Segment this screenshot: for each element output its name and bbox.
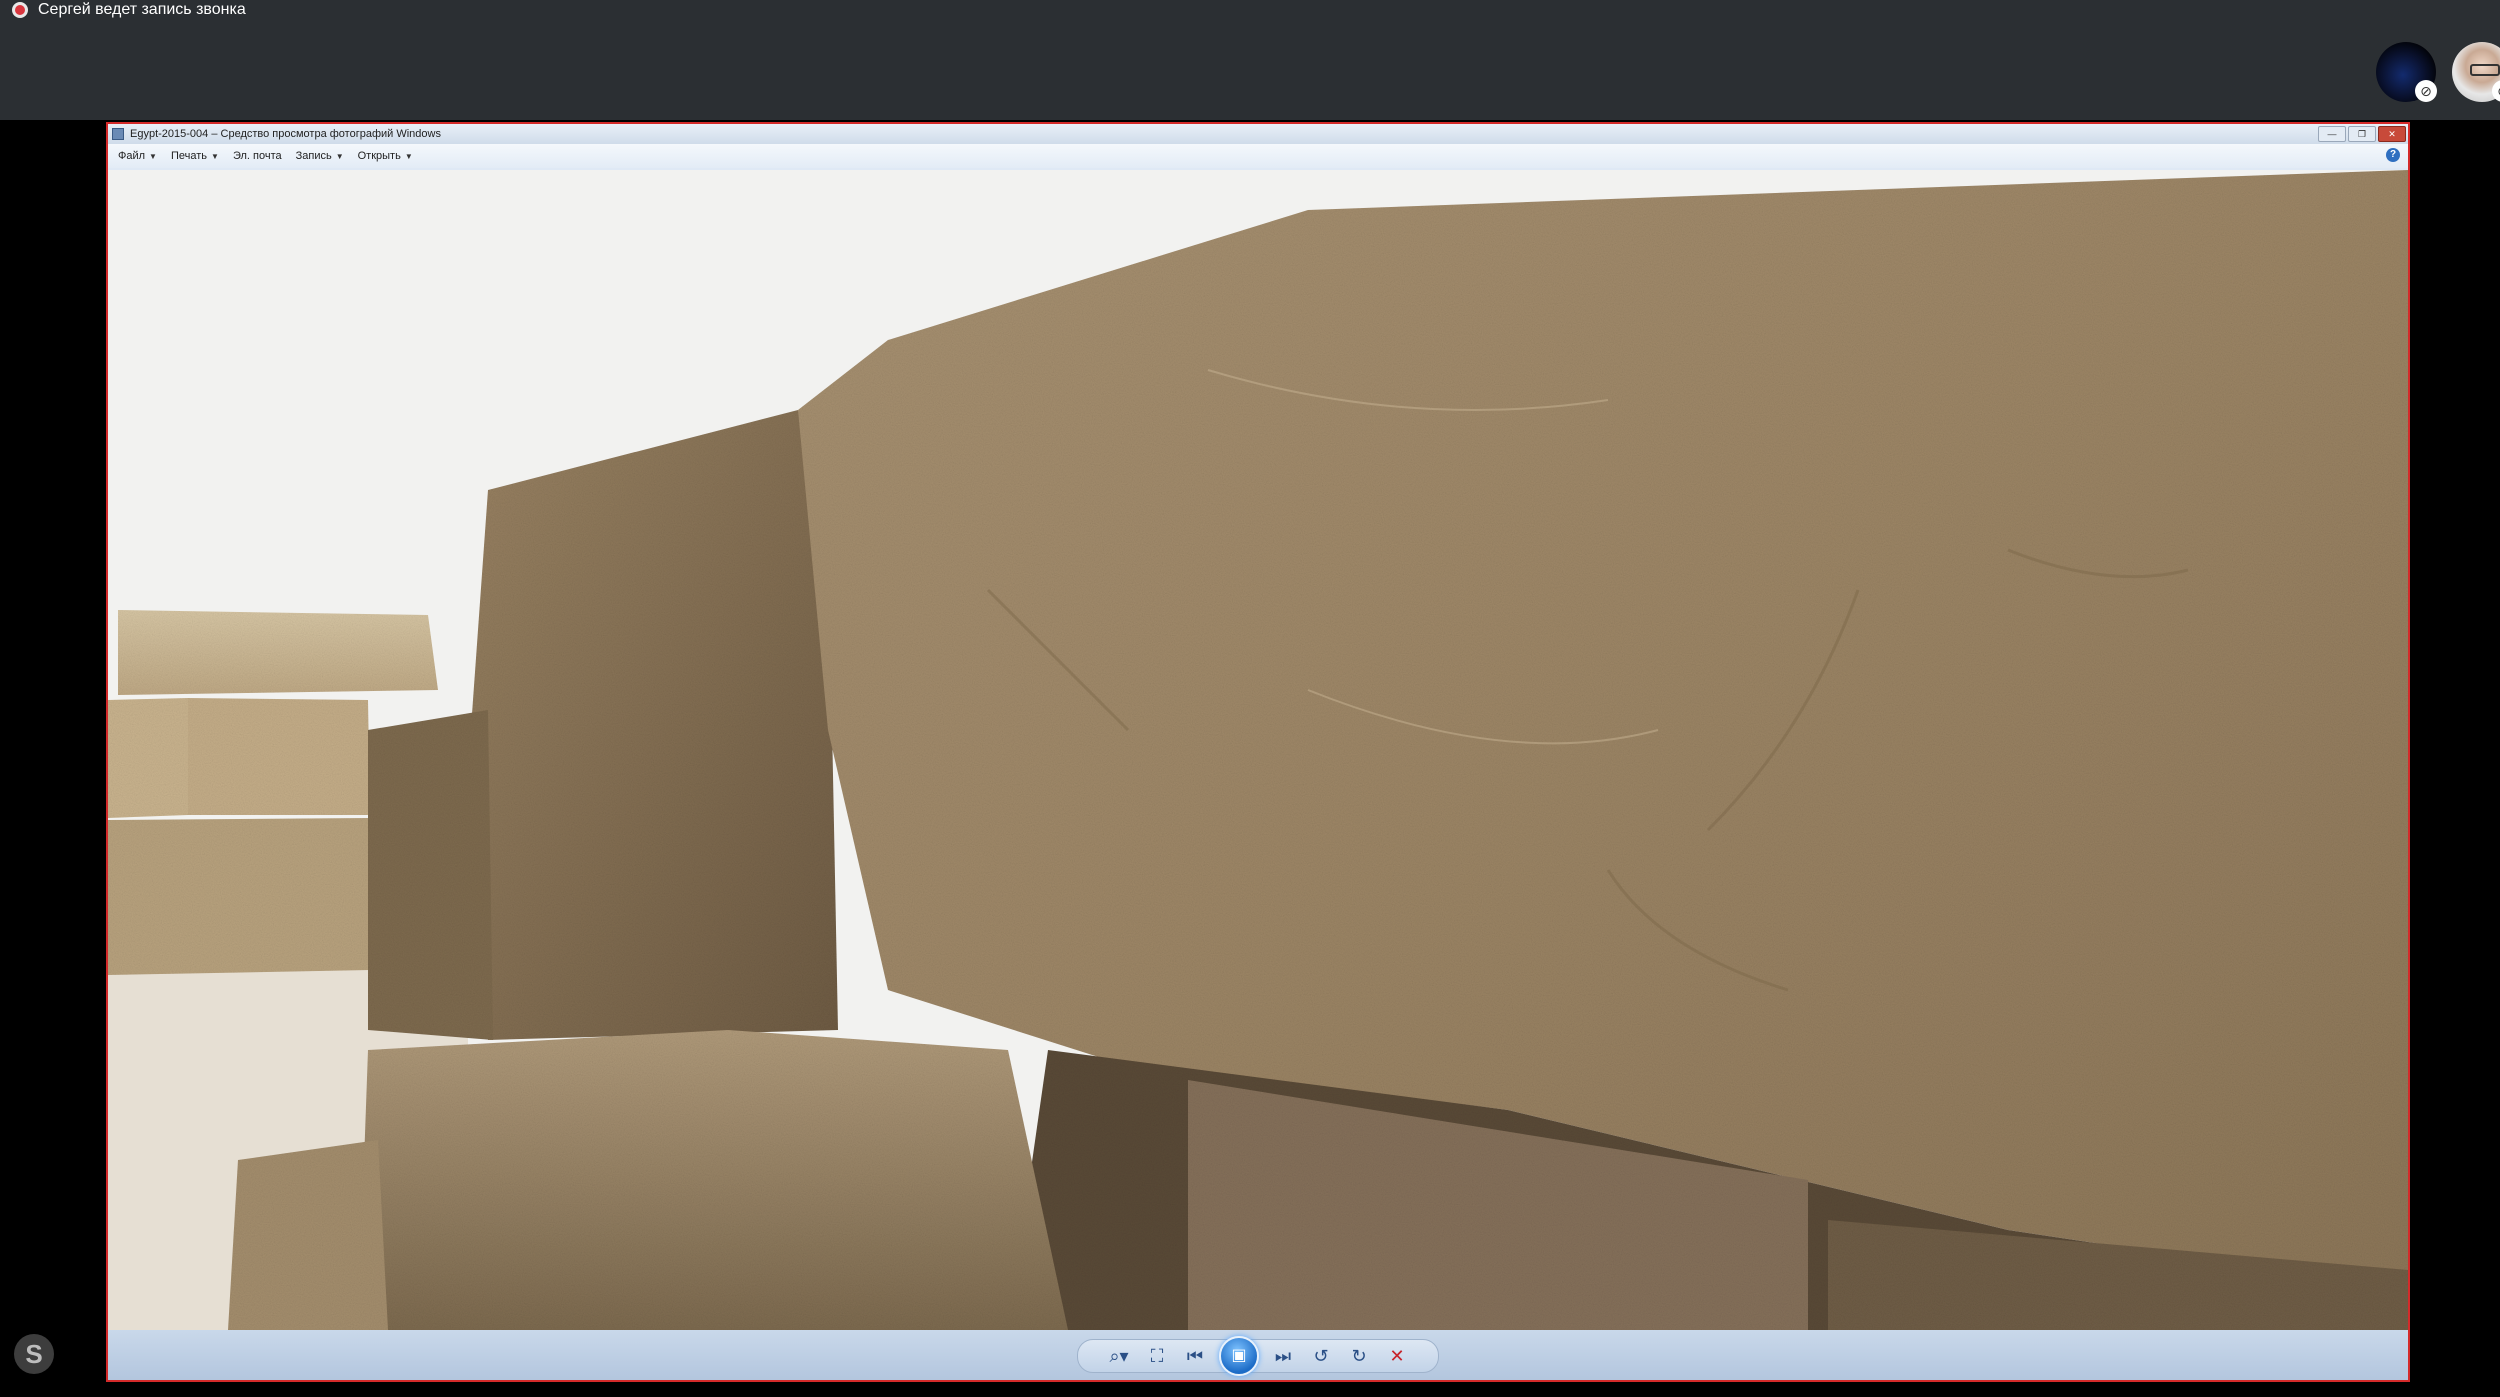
chevron-down-icon: ▼ <box>211 151 219 161</box>
viewer-controls: ⌕▾ ⛶ ⏮ ▣ ⏭ ↺ ↻ ✕ <box>1077 1336 1439 1376</box>
rotate-right-icon[interactable]: ↻ <box>1345 1342 1373 1370</box>
slideshow-icon[interactable]: ▣ <box>1219 1336 1259 1376</box>
shared-screen-photo-viewer: Egypt-2015-004 – Средство просмотра фото… <box>106 122 2410 1382</box>
photo-viewer-app-icon <box>112 128 124 140</box>
help-icon[interactable]: ? <box>2386 148 2400 162</box>
menu-email[interactable]: Эл. почта <box>233 150 282 162</box>
call-top-bar: Сергей ведет запись звонка ⊘ ⊘ <box>0 0 2500 120</box>
menu-open[interactable]: Открыть ▼ <box>358 150 413 162</box>
skype-logo-icon: S <box>14 1334 54 1374</box>
chevron-down-icon: ▼ <box>335 151 344 161</box>
zoom-icon[interactable]: ⌕▾ <box>1105 1342 1133 1370</box>
menu-print[interactable]: Печать ▼ <box>171 150 219 162</box>
maximize-button[interactable]: ❐ <box>2348 126 2376 142</box>
actual-size-icon[interactable]: ⛶ <box>1143 1342 1171 1370</box>
chevron-down-icon: ▼ <box>149 151 157 161</box>
delete-icon[interactable]: ✕ <box>1383 1342 1411 1370</box>
close-button[interactable]: ✕ <box>2378 126 2406 142</box>
window-controls: — ❐ ✕ <box>2318 126 2406 142</box>
menu-file[interactable]: Файл ▼ <box>118 150 157 162</box>
window-title: Egypt-2015-004 – Средство просмотра фото… <box>130 128 441 140</box>
chevron-down-icon: ▼ <box>404 151 413 161</box>
recording-indicator: Сергей ведет запись звонка <box>12 0 246 20</box>
stone-blocks-photo <box>108 170 2408 1330</box>
recording-text: Сергей ведет запись звонка <box>38 1 246 18</box>
photo-display <box>108 170 2408 1330</box>
rotate-left-icon[interactable]: ↺ <box>1307 1342 1335 1370</box>
previous-icon[interactable]: ⏮ <box>1181 1342 1209 1370</box>
window-titlebar: Egypt-2015-004 – Средство просмотра фото… <box>108 124 2408 144</box>
record-icon <box>12 2 28 18</box>
next-icon[interactable]: ⏭ <box>1269 1342 1297 1370</box>
menu-burn[interactable]: Запись ▼ <box>296 150 344 162</box>
menu-bar: Файл ▼ Печать ▼ Эл. почта Запись ▼ Открыть ▼… <box>108 144 2408 168</box>
viewer-toolbar: ⌕▾ ⛶ ⏮ ▣ ⏭ ↺ ↻ ✕ <box>108 1330 2408 1380</box>
mic-muted-icon: ⊘ <box>2415 80 2437 102</box>
minimize-button[interactable]: — <box>2318 126 2346 142</box>
